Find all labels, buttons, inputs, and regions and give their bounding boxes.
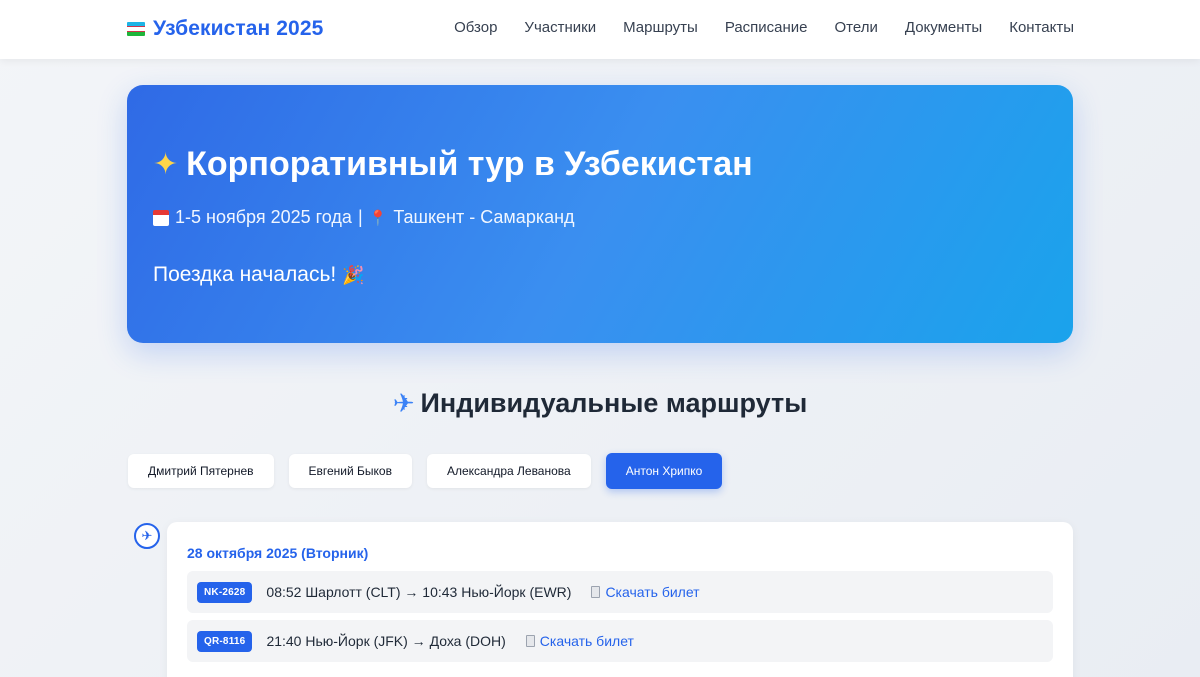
download-ticket-label[interactable]: Скачать билет: [540, 633, 634, 649]
trip-status: Поездка началась! 🎉: [153, 263, 365, 287]
brand-logo[interactable]: Узбекистан 2025: [127, 16, 323, 42]
participant-tabs: Дмитрий Пятернев Евгений Быков Александр…: [128, 453, 723, 489]
nav-participants[interactable]: Участники: [524, 19, 596, 36]
trip-dates: 1-5 ноября 2025 года: [175, 207, 352, 227]
location-pin-icon: 📍: [368, 209, 388, 227]
flight-code-badge: NK-2628: [197, 581, 253, 603]
nav-overview[interactable]: Обзор: [454, 19, 497, 36]
routes-title: Индивидуальные маршруты: [420, 388, 808, 418]
document-icon: [591, 586, 601, 598]
download-ticket-link[interactable]: Скачать билет: [591, 584, 700, 600]
calendar-icon: [153, 209, 169, 226]
flight-route: 21:40 Нью-Йорк (JFK) → Доха (DOH): [266, 633, 506, 649]
download-ticket-link[interactable]: Скачать билет: [525, 633, 634, 649]
top-navbar: Узбекистан 2025 Обзор Участники Маршруты…: [0, 0, 1200, 59]
nav-documents[interactable]: Документы: [905, 19, 982, 36]
download-ticket-label[interactable]: Скачать билет: [605, 584, 699, 600]
nav-routes[interactable]: Маршруты: [623, 19, 698, 36]
tab-dmitry-pyaternev[interactable]: Дмитрий Пятернев: [128, 454, 274, 488]
nav-hotels[interactable]: Отели: [835, 19, 878, 36]
brand-title[interactable]: Узбекистан 2025: [153, 17, 323, 41]
flight-row: NK-2628 08:52 Шарлотт (CLT) → 10:43 Нью-…: [187, 571, 1053, 613]
trip-location: Ташкент - Самарканд: [393, 207, 575, 227]
tab-aleksandra-levanova[interactable]: Александра Леванова: [426, 454, 591, 488]
timeline-airplane-icon: ✈: [134, 523, 160, 549]
meta-separator: |: [357, 207, 363, 227]
hero-banner: ✦ Корпоративный тур в Узбекистан 1-5 ноя…: [127, 85, 1073, 343]
tab-evgeny-bykov[interactable]: Евгений Быков: [288, 454, 412, 488]
day-card: 28 октября 2025 (Вторник) NK-2628 08:52 …: [167, 522, 1073, 677]
star-icon: ✦: [153, 148, 179, 181]
hero-title-row: ✦ Корпоративный тур в Узбекистан: [153, 145, 753, 184]
hero-title: Корпоративный тур в Узбекистан: [186, 145, 753, 183]
uzbekistan-flag-icon: [127, 22, 145, 36]
routes-section-title: ✈ Индивидуальные маршруты: [0, 388, 1200, 419]
flight-route: 08:52 Шарлотт (CLT) → 10:43 Нью-Йорк (EW…: [266, 584, 572, 600]
party-popper-icon: 🎉: [342, 264, 365, 285]
nav-schedule[interactable]: Расписание: [725, 19, 808, 36]
tab-anton-khripko[interactable]: Антон Хрипко: [605, 453, 723, 489]
trip-status-text: Поездка началась!: [153, 263, 337, 286]
nav-contacts[interactable]: Контакты: [1009, 19, 1074, 36]
main-nav: Обзор Участники Маршруты Расписание Отел…: [454, 19, 1074, 36]
flight-code-badge: QR-8116: [197, 630, 253, 652]
document-icon: [525, 635, 535, 647]
flight-row: QR-8116 21:40 Нью-Йорк (JFK) → Доха (DOH…: [187, 620, 1053, 662]
hero-meta: 1-5 ноября 2025 года | 📍 Ташкент - Самар…: [153, 207, 575, 228]
airplane-icon: ✈: [392, 388, 415, 418]
day-title: 28 октября 2025 (Вторник): [187, 545, 369, 561]
